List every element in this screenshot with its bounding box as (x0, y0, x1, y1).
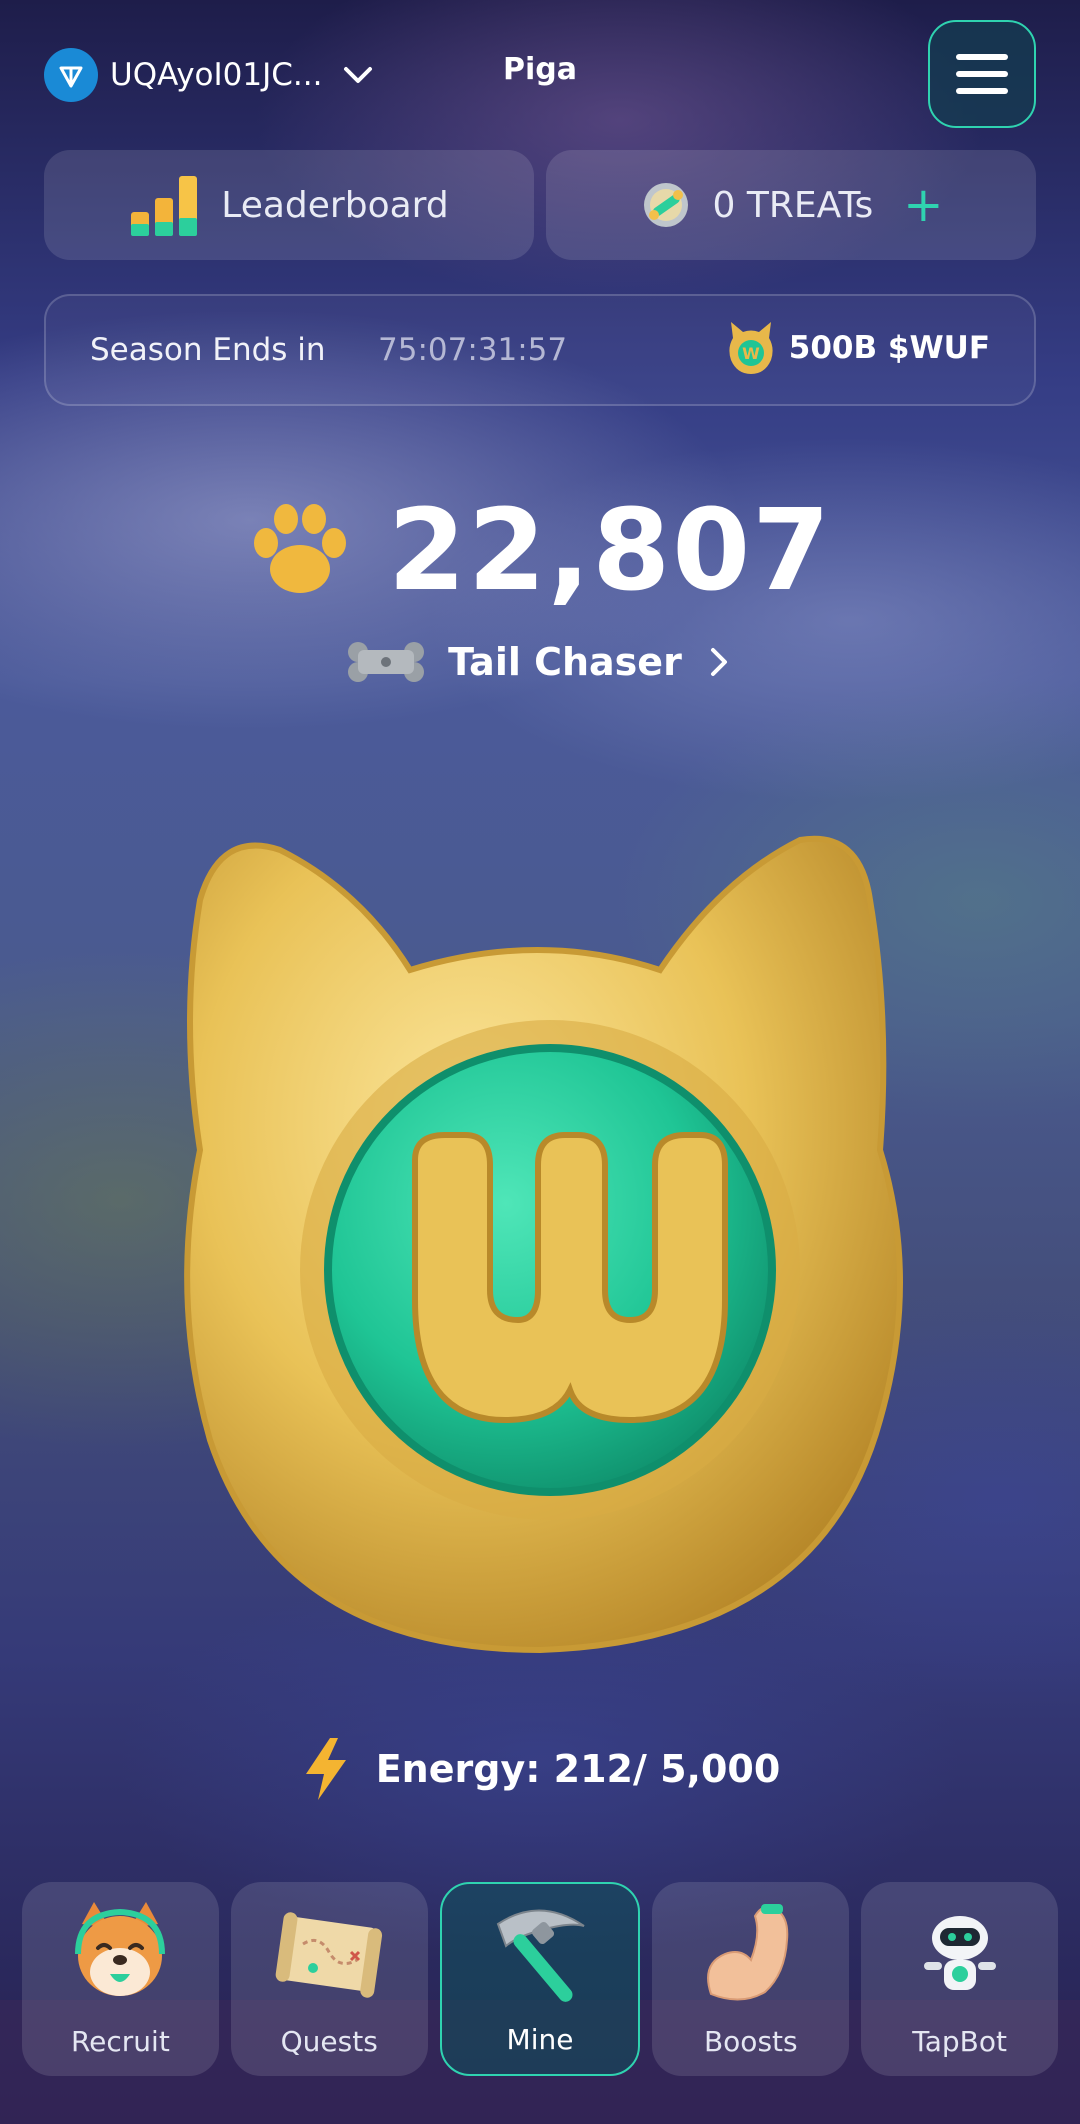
nav-label-quests: Quests (280, 2025, 378, 2058)
treat-bone-icon (643, 183, 688, 227)
rank-link[interactable]: Tail Chaser (0, 640, 1080, 684)
header: UQAyoI01JC... Piga (0, 0, 1080, 150)
add-treats-button[interactable]: + (903, 181, 943, 229)
nav-label-mine: Mine (506, 2023, 574, 2056)
wuf-coin-icon: W (729, 322, 773, 374)
nav-boosts[interactable]: Boosts (652, 1882, 850, 2076)
lightning-icon (305, 1738, 346, 1800)
bar-chart-icon (131, 176, 198, 236)
nav-label-tapbot: TapBot (912, 2025, 1007, 2058)
bottom-nav: Recruit Quests Mine Boosts TapBot (22, 1882, 1058, 2076)
energy-display: Energy: 212/ 5,000 (0, 1736, 1080, 1802)
score-value: 22,807 (387, 486, 833, 616)
season-banner: Season Ends in 75:07:31:57 W 500B $WUF (44, 294, 1036, 406)
wallet-address: UQAyoI01JC... (110, 57, 323, 93)
season-prize: W 500B $WUF (727, 320, 990, 376)
score-display: 22,807 (0, 486, 1080, 616)
paw-icon (253, 504, 346, 593)
robot-icon (923, 1916, 996, 1990)
svg-text:W: W (742, 344, 760, 363)
shiba-dog-icon (75, 1902, 166, 1996)
season-countdown: 75:07:31:57 (378, 332, 568, 368)
tap-coin[interactable] (160, 820, 920, 1680)
flexed-arm-icon (706, 1904, 789, 2001)
ton-icon (44, 48, 98, 102)
pickaxe-icon (496, 1909, 585, 2002)
rank-label: Tail Chaser (448, 640, 682, 684)
leaderboard-button[interactable]: Leaderboard (44, 150, 534, 260)
energy-label: Energy: 212/ 5,000 (375, 1747, 781, 1791)
season-prize-text: 500B $WUF (788, 330, 990, 366)
treats-label: 0 TREATs (712, 184, 874, 226)
nav-tapbot[interactable]: TapBot (861, 1882, 1058, 2076)
leaderboard-label: Leaderboard (221, 184, 449, 226)
treats-button[interactable]: 0 TREATs + (546, 150, 1036, 260)
wallet-selector[interactable]: UQAyoI01JC... (44, 48, 378, 102)
nav-label-recruit: Recruit (70, 2025, 170, 2058)
nav-mine[interactable]: Mine (439, 1882, 641, 2076)
hamburger-menu-icon (956, 54, 1008, 60)
menu-button[interactable] (928, 20, 1036, 128)
nav-quests[interactable]: Quests (230, 1882, 428, 2076)
nav-recruit[interactable]: Recruit (22, 1882, 219, 2076)
chevron-right-icon (710, 648, 727, 676)
nav-label-boosts: Boosts (703, 2025, 798, 2058)
season-label: Season Ends in (90, 332, 326, 368)
bone-icon (348, 642, 425, 682)
page-title: Piga (503, 52, 577, 87)
chevron-down-icon (344, 67, 373, 83)
scroll-map-icon (275, 1912, 383, 1998)
